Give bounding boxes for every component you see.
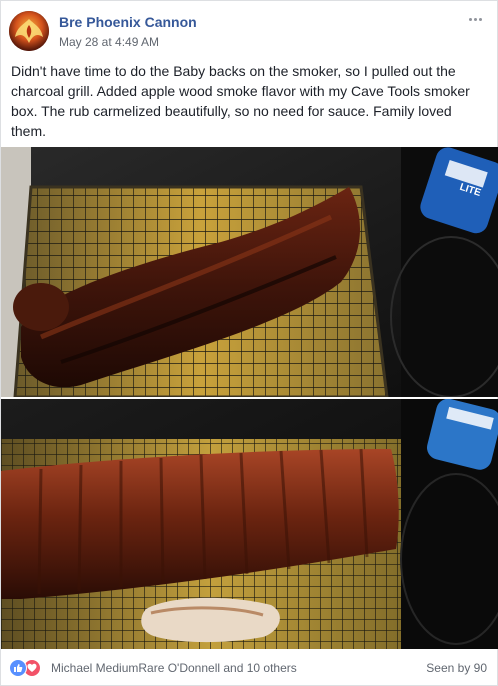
feed-post: Bre Phoenix Cannon May 28 at 4:49 AM Did…: [0, 0, 498, 686]
post-photo-1[interactable]: LITE: [1, 147, 498, 397]
post-timestamp[interactable]: May 28 at 4:49 AM: [59, 35, 159, 49]
reactors-text[interactable]: Michael MediumRare O'Donnell and 10 othe…: [51, 661, 297, 675]
more-options-icon[interactable]: [465, 11, 485, 27]
ribs-photo-image: LITE: [1, 147, 498, 397]
author-name[interactable]: Bre Phoenix Cannon: [59, 14, 197, 30]
ribs-photo-image: [1, 399, 498, 649]
post-text: Didn't have time to do the Baby backs on…: [11, 63, 470, 139]
like-icon: [9, 659, 27, 677]
phoenix-avatar-image: [9, 11, 49, 51]
post-header: Bre Phoenix Cannon May 28 at 4:49 AM: [9, 11, 489, 55]
seen-by-count[interactable]: Seen by 90: [426, 661, 487, 675]
post-footer: Michael MediumRare O'Donnell and 10 othe…: [1, 651, 498, 685]
author-avatar[interactable]: [9, 11, 49, 51]
post-photo-2[interactable]: [1, 399, 498, 649]
